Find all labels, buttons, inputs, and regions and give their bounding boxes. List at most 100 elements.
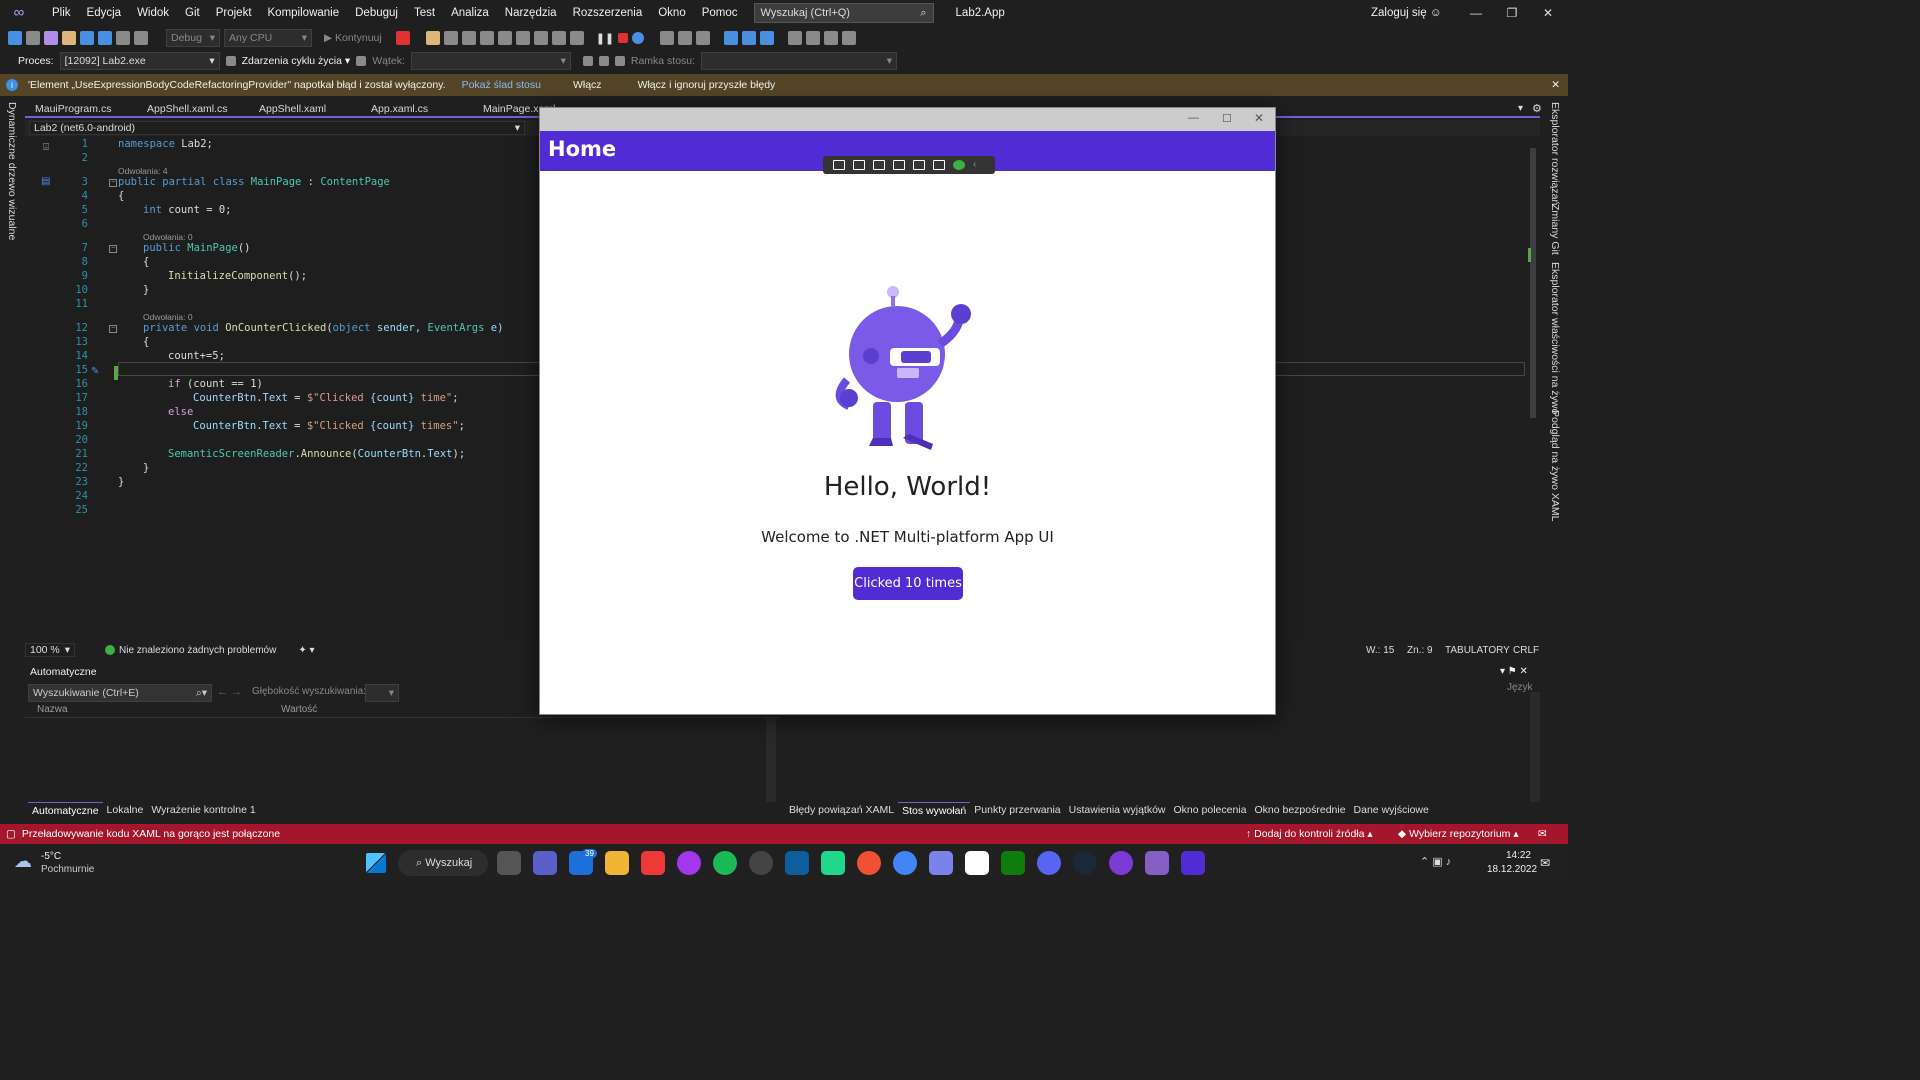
show-icon[interactable] bbox=[497, 31, 512, 45]
menu-file[interactable]: Plik bbox=[44, 0, 79, 26]
zoom-select[interactable]: 100 % ▾ bbox=[25, 643, 75, 657]
clock-date[interactable]: 18.12.2022 bbox=[1487, 864, 1537, 875]
app3-icon[interactable] bbox=[1109, 851, 1133, 875]
minimize-icon[interactable]: — bbox=[1188, 112, 1199, 124]
menu-edit[interactable]: Edycja bbox=[79, 0, 130, 26]
restart-icon[interactable] bbox=[632, 32, 645, 44]
browse-icon[interactable] bbox=[425, 31, 440, 45]
search-input[interactable]: Wyszukaj (Ctrl+Q) ⌕ bbox=[753, 3, 934, 23]
menu-git[interactable]: Git bbox=[177, 0, 208, 26]
teams-icon[interactable] bbox=[533, 851, 557, 875]
menu-test[interactable]: Test bbox=[406, 0, 443, 26]
layout-icon[interactable] bbox=[443, 31, 458, 45]
taskbar-search-button[interactable]: ⌕ Wyszukaj bbox=[398, 850, 488, 876]
new-project-icon[interactable] bbox=[44, 31, 58, 45]
weather-desc[interactable]: Pochmurnie bbox=[41, 864, 94, 875]
collapse-icon[interactable]: − bbox=[109, 245, 117, 253]
word-icon[interactable] bbox=[965, 851, 989, 875]
back-icon[interactable] bbox=[8, 31, 22, 45]
stop-icon[interactable] bbox=[618, 33, 629, 43]
code-lens-references[interactable]: Odwołania: 0 bbox=[143, 312, 193, 322]
diagnostics-icon[interactable] bbox=[724, 31, 739, 45]
tab-exception-settings[interactable]: Ustawienia wyjątków bbox=[1065, 802, 1170, 819]
select-element-icon[interactable] bbox=[873, 160, 885, 170]
undo-icon[interactable] bbox=[116, 31, 130, 45]
maui-app-icon[interactable] bbox=[1181, 851, 1205, 875]
enable-link[interactable]: Włącz bbox=[573, 79, 602, 91]
hot-reload-icon[interactable] bbox=[395, 31, 410, 45]
webstorm-icon[interactable] bbox=[785, 851, 809, 875]
panel-menu-icon[interactable]: ▾ ⚑ ✕ bbox=[1500, 666, 1528, 677]
minimize-icon[interactable]: — bbox=[1458, 0, 1494, 26]
eol-indicator[interactable]: CRLF bbox=[1513, 645, 1539, 656]
menu-analyze[interactable]: Analiza bbox=[443, 0, 497, 26]
scrollbar-thumb[interactable] bbox=[1530, 148, 1536, 418]
track-focus-icon[interactable] bbox=[913, 160, 925, 170]
counter-button[interactable]: Clicked 10 times bbox=[853, 567, 963, 600]
bookmark-prev-icon[interactable] bbox=[806, 31, 821, 45]
collapse-toolbar-icon[interactable]: ‹ bbox=[973, 160, 985, 170]
steam-icon[interactable] bbox=[1073, 851, 1097, 875]
save-icon[interactable] bbox=[80, 31, 94, 45]
expand-icon[interactable] bbox=[614, 56, 625, 66]
tray-icons[interactable]: ⌃ ▣ ♪ bbox=[1420, 855, 1451, 868]
vertical-scrollbar[interactable] bbox=[1528, 138, 1538, 638]
tab-appshell-cs[interactable]: AppShell.xaml.cs bbox=[137, 100, 249, 116]
autos-scrollbar[interactable] bbox=[766, 718, 776, 802]
close-icon[interactable]: ✕ bbox=[1551, 79, 1560, 91]
pycharm-icon[interactable] bbox=[821, 851, 845, 875]
hot-reload-status-icon[interactable] bbox=[953, 160, 965, 170]
monitor-icon[interactable] bbox=[569, 31, 584, 45]
tab-dropdown-icon[interactable]: ▾ bbox=[1518, 103, 1523, 114]
breakpoint-icon[interactable] bbox=[742, 31, 757, 45]
save-all-icon[interactable] bbox=[98, 31, 112, 45]
column-value[interactable]: Wartość bbox=[281, 704, 317, 715]
menu-extensions[interactable]: Rozszerzenia bbox=[565, 0, 651, 26]
messenger-icon[interactable] bbox=[677, 851, 701, 875]
flag-icon[interactable] bbox=[582, 56, 593, 66]
search-depth-select[interactable]: ▾ bbox=[365, 684, 399, 702]
bookmark-clear-icon[interactable] bbox=[842, 31, 857, 45]
filter-icon[interactable] bbox=[598, 56, 609, 66]
close-icon[interactable]: ✕ bbox=[1254, 111, 1264, 125]
code-lens-references[interactable]: Odwołania: 0 bbox=[143, 232, 193, 242]
file-explorer-icon[interactable] bbox=[605, 851, 629, 875]
binding-failures-icon[interactable] bbox=[933, 160, 945, 170]
column-indicator[interactable]: Zn.: 9 bbox=[1407, 645, 1433, 656]
weather-icon[interactable]: ☁ bbox=[14, 851, 32, 872]
menu-build[interactable]: Kompilowanie bbox=[260, 0, 348, 26]
issues-status[interactable]: Nie znaleziono żadnych problemów bbox=[119, 645, 276, 656]
line-indicator[interactable]: W.: 15 bbox=[1366, 645, 1394, 656]
app2-icon[interactable] bbox=[929, 851, 953, 875]
start-icon[interactable] bbox=[366, 853, 386, 873]
collapse-icon[interactable]: − bbox=[109, 179, 117, 187]
pause-icon[interactable]: ❚❚ bbox=[596, 32, 614, 45]
menu-debug[interactable]: Debuguj bbox=[347, 0, 406, 26]
layout-adorner-icon[interactable] bbox=[893, 160, 905, 170]
tab-call-stack[interactable]: Stos wywołań bbox=[898, 802, 971, 819]
live-property-explorer-tab[interactable]: Eksplorator właściwości na żywo bbox=[1549, 262, 1561, 414]
solution-explorer-tab[interactable]: Eksplorator rozwiązań bbox=[1549, 102, 1561, 205]
bookmark-next-icon[interactable] bbox=[824, 31, 839, 45]
tab-command-window[interactable]: Okno polecenia bbox=[1170, 802, 1251, 819]
record-icon[interactable] bbox=[853, 160, 865, 170]
lifecycle-events-dropdown[interactable]: Zdarzenia cyklu życia ▾ bbox=[242, 55, 351, 67]
device-icon[interactable] bbox=[461, 31, 476, 45]
process-select[interactable]: [12092] Lab2.exe ▾ bbox=[59, 52, 220, 70]
screenshot-icon[interactable] bbox=[479, 31, 494, 45]
chatgpt-icon[interactable] bbox=[749, 851, 773, 875]
column-name[interactable]: Nazwa bbox=[37, 704, 68, 715]
chrome-icon[interactable] bbox=[893, 851, 917, 875]
menu-tools[interactable]: Narzędzia bbox=[497, 0, 565, 26]
code-cleanup-icon[interactable]: ✦ ▾ bbox=[298, 645, 314, 656]
tab-immediate-window[interactable]: Okno bezpośrednie bbox=[1250, 802, 1349, 819]
vivaldi-icon[interactable] bbox=[641, 851, 665, 875]
weather-temp[interactable]: -5°C bbox=[41, 851, 61, 862]
column-language[interactable]: Język bbox=[1507, 682, 1533, 693]
notification-center-icon[interactable]: ✉ bbox=[1540, 856, 1550, 870]
enable-ignore-link[interactable]: Włącz i ignoruj przyszłe błędy bbox=[638, 79, 776, 91]
callstack-scrollbar[interactable] bbox=[1530, 692, 1540, 802]
display-icon[interactable] bbox=[551, 31, 566, 45]
tabs-indicator[interactable]: TABULATORY bbox=[1445, 645, 1510, 656]
step-out-icon[interactable] bbox=[696, 31, 711, 45]
